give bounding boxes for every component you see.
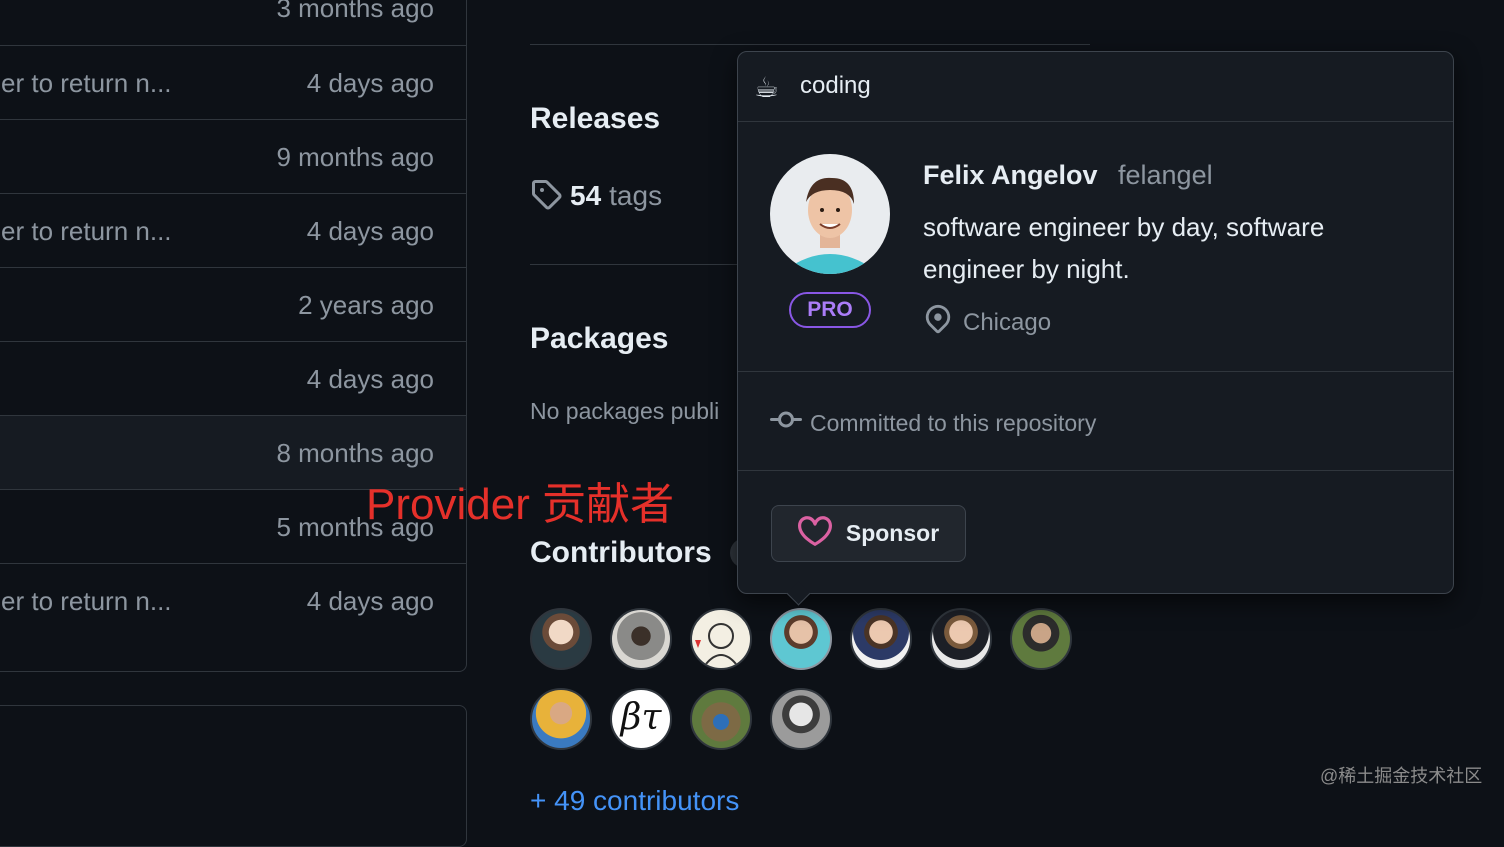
commit-time: 4 days ago [306, 216, 434, 246]
tags-label: tags [609, 180, 663, 211]
tags-link[interactable]: 54 tags [530, 176, 662, 216]
coffee-icon: ☕ [754, 72, 780, 103]
user-location: Chicago [923, 304, 1051, 341]
user-status: ☕ coding [738, 52, 1453, 122]
file-row[interactable]: er to return n... 4 days ago [0, 45, 466, 119]
commit-time: 2 years ago [298, 290, 434, 320]
tags-count: 54 [570, 180, 602, 211]
contributor-avatar[interactable] [610, 608, 672, 670]
user-avatar[interactable] [770, 154, 890, 274]
file-row[interactable]: 4 days ago [0, 341, 466, 415]
file-list: 3 months ago er to return n... 4 days ag… [0, 0, 467, 672]
contributor-avatar[interactable] [930, 608, 992, 670]
contributor-avatar[interactable] [1010, 608, 1072, 670]
divider [738, 470, 1453, 471]
commit-message[interactable]: er to return n... [1, 46, 172, 120]
sponsor-label: Sponsor [845, 520, 940, 546]
contributor-avatar[interactable] [530, 688, 592, 750]
pro-badge: PRO [789, 292, 871, 328]
user-hovercard: ☕ coding PRO Felix Angelov felangel soft… [737, 51, 1454, 606]
contributor-avatar[interactable] [530, 608, 592, 670]
releases-heading[interactable]: Releases [530, 102, 660, 136]
commit-time: 4 days ago [306, 586, 434, 616]
file-row[interactable]: 3 months ago [0, 0, 466, 45]
packages-empty-text: No packages publi [530, 398, 720, 424]
file-row[interactable]: er to return n... 4 days ago [0, 193, 466, 267]
contributor-avatar[interactable] [770, 608, 832, 670]
commit-message[interactable]: er to return n... [1, 194, 172, 268]
git-commit-icon [770, 404, 802, 442]
watermark: @稀土掘金技术社区 [1320, 766, 1483, 786]
file-row[interactable]: 2 years ago [0, 267, 466, 341]
sponsor-button[interactable]: Sponsor [771, 505, 966, 562]
location-pin-icon [923, 304, 953, 341]
location-text: Chicago [963, 308, 1052, 336]
hovercard-pointer [786, 581, 811, 606]
annotation-label: Provider 贡献者 [366, 480, 675, 529]
contributor-avatar[interactable] [690, 608, 752, 670]
status-text: coding [800, 72, 871, 99]
more-contributors-link[interactable]: + 49 contributors [530, 785, 739, 817]
commit-message[interactable]: er to return n... [1, 564, 172, 638]
contributors-heading[interactable]: Contributors [530, 536, 712, 570]
readme-box [0, 705, 467, 847]
commit-note-text: Committed to this repository [810, 409, 1097, 436]
user-login[interactable]: felangel [1118, 160, 1213, 191]
packages-heading[interactable]: Packages [530, 322, 668, 356]
contributor-avatar[interactable] [690, 688, 752, 750]
heart-icon [797, 514, 832, 554]
contributor-avatar[interactable] [770, 688, 832, 750]
contributor-avatar[interactable]: βτ [610, 688, 672, 750]
file-row[interactable]: 9 months ago [0, 119, 466, 193]
tag-icon [530, 178, 562, 215]
user-display-name[interactable]: Felix Angelov [923, 160, 1098, 191]
commit-time: 4 days ago [306, 68, 434, 98]
user-bio: software engineer by day, software engin… [923, 212, 1325, 284]
commit-time: 4 days ago [306, 364, 434, 394]
commit-time: 3 months ago [276, 0, 434, 23]
divider [738, 371, 1453, 372]
file-row[interactable]: er to return n... 4 days ago [0, 563, 466, 637]
contributor-avatar[interactable] [850, 608, 912, 670]
commit-note: Committed to this repository [770, 404, 1096, 442]
divider [530, 44, 1090, 45]
commit-time: 9 months ago [276, 142, 434, 172]
